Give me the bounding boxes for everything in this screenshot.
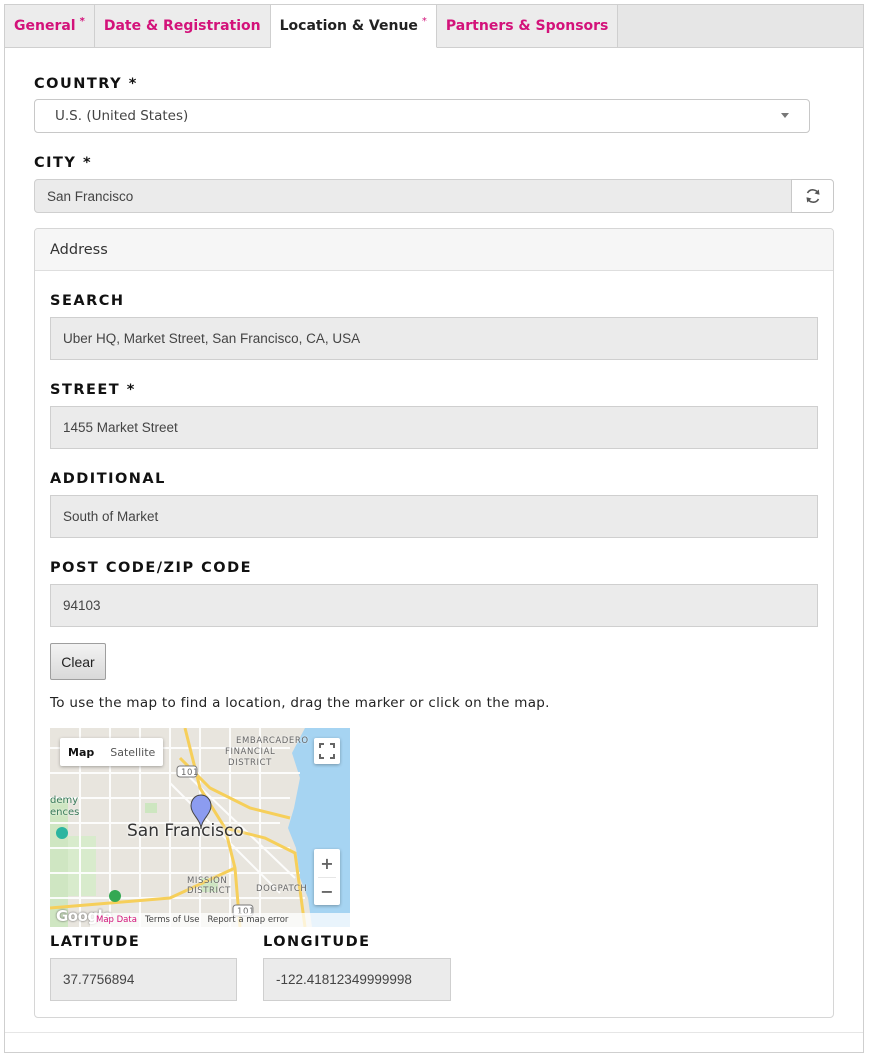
city-label: CITY * (34, 155, 93, 171)
event-form: General * Date & Registration Location &… (4, 4, 864, 1053)
search-value: Uber HQ, Market Street, San Francisco, C… (63, 331, 361, 346)
map-footer: Map Data Terms of Use Report a map error (50, 913, 350, 927)
poi-label: ences (50, 807, 80, 818)
country-select[interactable]: U.S. (United States) (34, 99, 810, 133)
zoom-control: + − (314, 849, 340, 905)
longitude-label: LONGITUDE (263, 934, 371, 950)
longitude-input[interactable]: -122.41812349999998 (263, 958, 451, 1001)
tab-partners-sponsors[interactable]: Partners & Sponsors (436, 5, 619, 47)
district-label: DOGPATCH (256, 884, 308, 894)
street-value: 1455 Market Street (63, 420, 178, 435)
map-data-link[interactable]: Map Data (96, 915, 137, 925)
tab-general[interactable]: General * (5, 5, 95, 47)
additional-label: ADDITIONAL (50, 471, 166, 487)
location-map[interactable]: 101 101 EMBARCADERO FINANCIAL DISTRICT M… (50, 728, 350, 927)
fullscreen-icon (319, 743, 335, 759)
report-error-link[interactable]: Report a map error (207, 915, 288, 925)
tab-location-venue-label: Location & Venue (279, 18, 418, 34)
required-marker: * (79, 15, 85, 27)
district-label: MISSION (187, 876, 228, 886)
postcode-label: POST CODE/ZIP CODE (50, 560, 253, 576)
tab-date-registration[interactable]: Date & Registration (94, 5, 271, 47)
tab-date-registration-label: Date & Registration (103, 18, 261, 34)
map-city-label: San Francisco (127, 821, 244, 841)
district-label: FINANCIAL (225, 747, 276, 757)
postcode-input[interactable]: 94103 (50, 584, 818, 627)
city-refresh-button[interactable] (791, 179, 834, 213)
district-label: EMBARCADERO (236, 736, 309, 746)
longitude-value: -122.41812349999998 (276, 972, 412, 987)
map-hint: To use the map to find a location, drag … (50, 695, 550, 711)
country-value: U.S. (United States) (55, 108, 189, 124)
latitude-label: LATITUDE (50, 934, 141, 950)
map-type-control: Map Satellite (60, 738, 164, 766)
map-marker-icon[interactable] (190, 794, 212, 830)
tab-bar: General * Date & Registration Location &… (5, 5, 863, 48)
search-input[interactable]: Uber HQ, Market Street, San Francisco, C… (50, 317, 818, 360)
required-marker: * (421, 15, 427, 27)
zoom-out-button[interactable]: − (314, 878, 340, 905)
address-panel-title: Address (35, 229, 833, 271)
country-label: COUNTRY * (34, 76, 138, 92)
additional-input[interactable]: South of Market (50, 495, 818, 538)
map-type-map-button[interactable]: Map (60, 738, 102, 766)
zoom-in-button[interactable]: + (314, 849, 340, 877)
clear-button[interactable]: Clear (50, 643, 106, 680)
postcode-value: 94103 (63, 598, 101, 613)
district-label: DISTRICT (187, 886, 231, 896)
city-input[interactable]: San Francisco (34, 179, 792, 213)
form-footer-divider (5, 1032, 863, 1033)
additional-value: South of Market (63, 509, 159, 524)
tab-partners-sponsors-label: Partners & Sponsors (445, 18, 609, 34)
district-label: DISTRICT (228, 758, 272, 768)
terms-link[interactable]: Terms of Use (145, 915, 200, 925)
fullscreen-button[interactable] (314, 738, 340, 764)
latitude-input[interactable]: 37.7756894 (50, 958, 237, 1001)
poi-label: demy (50, 795, 79, 806)
city-value: San Francisco (47, 188, 134, 204)
tab-general-label: General (14, 18, 76, 34)
latitude-value: 37.7756894 (63, 972, 135, 987)
street-input[interactable]: 1455 Market Street (50, 406, 818, 449)
chevron-down-icon (781, 113, 789, 118)
search-label: SEARCH (50, 293, 125, 309)
refresh-icon (806, 189, 819, 203)
highway-label: 101 (181, 768, 200, 778)
tab-location-venue[interactable]: Location & Venue * (270, 5, 437, 48)
map-type-satellite-button[interactable]: Satellite (102, 738, 163, 766)
street-label: STREET * (50, 382, 136, 398)
